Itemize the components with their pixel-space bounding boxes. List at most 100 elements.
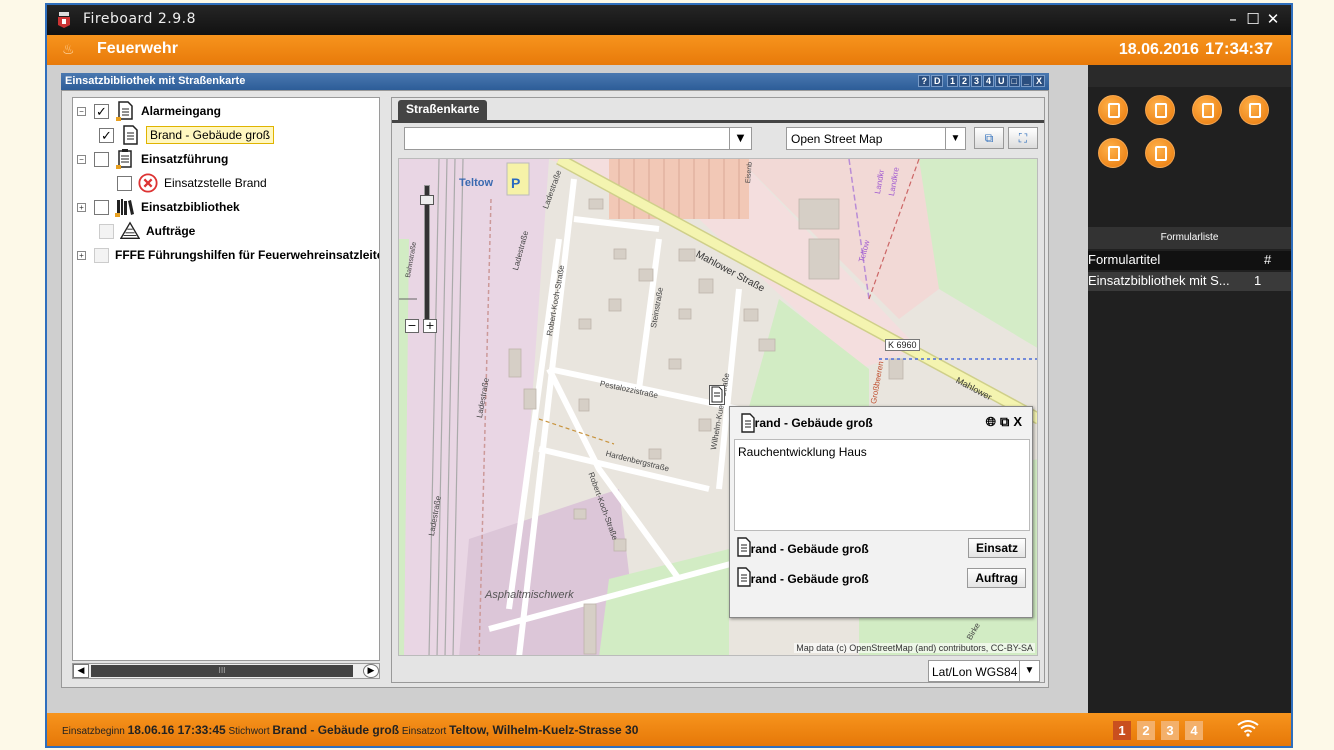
app-title: Fireboard 2.9.8 [83, 11, 196, 27]
expand-icon[interactable]: + [77, 250, 86, 260]
fullscreen-icon[interactable]: ⛶ [1008, 127, 1038, 149]
tree-label: Aufträge [146, 224, 196, 238]
scroll-left-icon[interactable]: ◀ [73, 664, 89, 678]
tab-strassenkarte[interactable]: Straßenkarte [398, 100, 488, 120]
book-icon [1202, 103, 1214, 118]
chevron-down-icon[interactable]: ▼ [945, 128, 965, 149]
document-icon [120, 125, 140, 145]
zoom-slider-handle[interactable] [420, 195, 434, 205]
clipboard-icon [115, 149, 135, 169]
status-text: Einsatzbeginn 18.06.16 17:33:45 Stichwor… [62, 723, 638, 737]
collapse-icon[interactable]: − [77, 154, 86, 164]
chevron-down-icon[interactable]: ▼ [1019, 661, 1039, 681]
panel-header: Einsatzbibliothek mit Straßenkarte ? D 12… [61, 73, 1049, 90]
popup-row: Brand - Gebäude groß Einsatz [736, 537, 1028, 561]
popup-row: Brand - Gebäude groß Auftrag [736, 567, 1028, 591]
forms-button[interactable] [1098, 95, 1128, 125]
panel-close-button[interactable]: X [1032, 75, 1045, 87]
tree-label: Alarmeingang [141, 104, 222, 118]
chart-icon [1108, 146, 1120, 161]
panel-layout-3-button[interactable]: 3 [971, 75, 983, 87]
minimize-button[interactable]: – [1223, 10, 1243, 28]
map-source-select[interactable]: Open Street Map ▼ [786, 127, 966, 150]
panel-title: Einsatzbibliothek mit Straßenkarte [65, 75, 246, 87]
tree-checkbox[interactable] [99, 223, 114, 239]
globe-icon[interactable]: 🌐︎ [986, 414, 996, 429]
tree-node-einsatzbibliothek[interactable]: + Einsatzbibliothek [77, 196, 240, 218]
status-begin-value: 18.06.16 17:33:45 [127, 723, 226, 737]
panel-minimize-button[interactable]: _ [1020, 75, 1032, 87]
formlist-row[interactable]: Einsatzbibliothek mit S... 1 [1088, 272, 1291, 291]
formlist-title: Formularliste [1088, 227, 1291, 249]
right-sidebar: Formularliste Formulartitel # Einsatzbib… [1088, 65, 1291, 713]
tree-checkbox[interactable] [94, 247, 109, 263]
page-4-button[interactable]: 4 [1185, 721, 1203, 740]
page-2-button[interactable]: 2 [1137, 721, 1155, 740]
tree-node-auftraege[interactable]: Aufträge [99, 220, 195, 242]
scroll-thumb[interactable]: III [91, 665, 353, 677]
tree-checkbox[interactable] [94, 151, 109, 167]
monitor-button[interactable] [1145, 138, 1175, 168]
tree-checkbox[interactable] [117, 175, 132, 191]
monitor-icon [1155, 146, 1167, 161]
copy-map-icon[interactable]: ⧉ [974, 127, 1004, 149]
app-window: Fireboard 2.9.8 – ☐ ✕ ♨ Feuerwehr 18.06.20… [45, 3, 1293, 748]
document-stack-icon [115, 101, 135, 121]
library-button[interactable] [1239, 95, 1269, 125]
zoom-out-button[interactable]: − [405, 319, 419, 333]
panel-maximize-button[interactable]: □ [1008, 75, 1020, 87]
panel-layout-2-button[interactable]: 2 [958, 75, 970, 87]
tree-checkbox[interactable]: ✓ [94, 103, 109, 119]
tree-node-alarmeingang[interactable]: − ✓ Alarmeingang [77, 100, 221, 122]
title-bar: Fireboard 2.9.8 – ☐ ✕ [47, 5, 1291, 35]
street-map[interactable]: − + Teltow P Mahlower Straße Ladestraße … [398, 158, 1038, 656]
tree-node-brand-gebaeude[interactable]: ✓ Brand - Gebäude groß [99, 124, 275, 146]
flame-icon: ♨ [62, 42, 75, 58]
tree-scrollbar[interactable]: ◀ III ▶ [72, 663, 380, 679]
chart-button[interactable] [1098, 138, 1128, 168]
tree-label: Führungshilfen für Feuerwehreinsatzleite… [148, 248, 380, 262]
expand-icon[interactable]: + [77, 202, 86, 212]
einsatz-button[interactable]: Einsatz [967, 538, 1026, 558]
tree-checkbox[interactable]: ✓ [99, 127, 114, 143]
formlist-row-title: Einsatzbibliothek mit S... [1088, 273, 1230, 288]
popup-close-button[interactable]: X [1013, 414, 1022, 429]
organization-name: Feuerwehr [97, 40, 178, 57]
status-begin-label: Einsatzbeginn [62, 726, 125, 737]
auftrag-button[interactable]: Auftrag [967, 568, 1026, 588]
zoom-in-button[interactable]: + [423, 319, 437, 333]
tree-node-einsatzstelle[interactable]: Einsatzstelle Brand [117, 172, 267, 194]
tree-node-einsatzfuehrung[interactable]: − Einsatzführung [77, 148, 228, 170]
panel-layout-1-button[interactable]: 1 [946, 75, 958, 87]
header-datetime: 18.06.2016 17:34:37 [1119, 39, 1273, 59]
maximize-button[interactable]: ☐ [1243, 10, 1263, 28]
panel-u-button[interactable]: U [995, 75, 1008, 87]
screen-pages: 1 2 3 4 [1113, 721, 1209, 740]
zoom-control[interactable] [413, 173, 441, 333]
templates-button[interactable] [1145, 95, 1175, 125]
page-3-button[interactable]: 3 [1161, 721, 1179, 740]
book-button[interactable] [1192, 95, 1222, 125]
close-button[interactable]: ✕ [1263, 10, 1283, 28]
coordinate-system-select[interactable]: Lat/Lon WGS84 ▼ [928, 660, 1040, 682]
formlist-header-row: Formulartitel # [1088, 251, 1291, 270]
panel-layout-4-button[interactable]: 4 [983, 75, 995, 87]
tree-checkbox[interactable] [94, 199, 109, 215]
address-search-input[interactable]: ▼ [404, 127, 752, 150]
scroll-right-icon[interactable]: ▶ [363, 664, 379, 678]
panel-d-button[interactable]: D [930, 75, 944, 87]
page-1-button[interactable]: 1 [1113, 721, 1131, 740]
ffe-badge: FFFE [115, 248, 145, 262]
map-marker-document-icon[interactable] [709, 385, 725, 405]
collapse-icon[interactable]: − [77, 106, 86, 116]
tree-node-fuehrungshilfen[interactable]: + FFFE Führungshilfen für Feuerwehreinsa… [77, 244, 380, 266]
formlist-row-count: 1 [1254, 273, 1262, 288]
popup-row-label: Brand - Gebäude groß [742, 542, 869, 556]
open-external-icon[interactable]: ⧉ [1000, 414, 1009, 429]
popup-row-label: Brand - Gebäude groß [742, 572, 869, 586]
panel-help-button[interactable]: ? [918, 75, 930, 87]
error-x-icon [138, 173, 158, 193]
wifi-icon[interactable] [1237, 719, 1259, 742]
chevron-down-icon[interactable]: ▼ [729, 128, 751, 149]
status-keyword-label: Stichwort [228, 726, 270, 737]
